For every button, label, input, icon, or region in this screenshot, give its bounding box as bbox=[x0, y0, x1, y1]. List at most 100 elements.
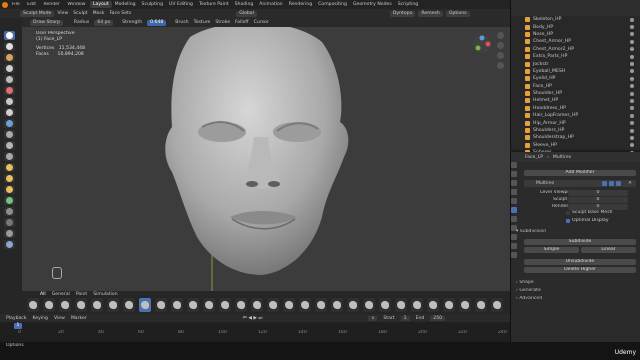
visibility-eye-icon[interactable] bbox=[630, 113, 634, 118]
brush-thumbnail[interactable] bbox=[43, 298, 55, 312]
brush-thumbnail[interactable] bbox=[459, 298, 471, 312]
pinch-tool[interactable] bbox=[4, 163, 15, 172]
brush-thumbnail[interactable] bbox=[235, 298, 247, 312]
flatten-tool[interactable] bbox=[4, 130, 15, 139]
brush-thumbnail[interactable] bbox=[475, 298, 487, 312]
outliner-item[interactable]: Sleeve_HP bbox=[511, 142, 640, 149]
timeline-area[interactable] bbox=[0, 322, 510, 342]
add-modifier-button[interactable]: Add Modifier bbox=[524, 170, 636, 176]
mask-tool[interactable] bbox=[4, 207, 15, 216]
delete-higher-button[interactable]: Delete Higher bbox=[524, 267, 636, 273]
visibility-eye-icon[interactable] bbox=[630, 128, 634, 133]
shelf-tab-all[interactable]: All bbox=[40, 292, 46, 297]
playhead[interactable]: 1 bbox=[14, 323, 22, 329]
outliner-item[interactable]: Helmet_HP bbox=[511, 97, 640, 104]
advanced-section[interactable]: › Advanced bbox=[516, 296, 542, 302]
subdivision-section[interactable]: ▾ Subdivision bbox=[516, 229, 546, 235]
visibility-eye-icon[interactable] bbox=[630, 76, 634, 81]
box-mask-tool[interactable] bbox=[4, 218, 15, 227]
outliner-item[interactable]: Nose_HP bbox=[511, 31, 640, 38]
brush-thumbnail[interactable] bbox=[331, 298, 343, 312]
menu-cursor[interactable]: Cursor bbox=[254, 20, 269, 25]
tab-animation[interactable]: Animation bbox=[256, 1, 285, 8]
outliner-item[interactable]: Jockstr bbox=[511, 60, 640, 67]
menu-face-sets[interactable]: Face Sets bbox=[109, 11, 131, 16]
optimal-display-checkbox[interactable] bbox=[566, 219, 570, 223]
brush-thumbnail[interactable] bbox=[491, 298, 503, 312]
brush-thumbnail[interactable] bbox=[427, 298, 439, 312]
clay-strips-tool[interactable] bbox=[4, 64, 15, 73]
brush-thumbnail[interactable] bbox=[267, 298, 279, 312]
grid-icon[interactable] bbox=[497, 62, 504, 69]
tab-texture-paint[interactable]: Texture Paint bbox=[196, 1, 232, 8]
tab-geometry-nodes[interactable]: Geometry Nodes bbox=[350, 1, 395, 8]
brush-thumbnail[interactable] bbox=[395, 298, 407, 312]
outliner-item[interactable]: Chest_Armor2_HP bbox=[511, 46, 640, 53]
shelf-tab-simulation[interactable]: Simulation bbox=[93, 292, 117, 297]
menu-sculpt[interactable]: Sculpt bbox=[73, 11, 87, 16]
tool-tab-icon[interactable] bbox=[511, 162, 517, 168]
dyntopo-menu[interactable]: Dyntopo bbox=[389, 10, 416, 17]
outliner-item[interactable]: Shoulderstrap_HP bbox=[511, 134, 640, 141]
crease-tool[interactable] bbox=[4, 108, 15, 117]
layer-tool[interactable] bbox=[4, 75, 15, 84]
unsubdivide-button[interactable]: Unsubdivide bbox=[524, 259, 636, 265]
menu-mask[interactable]: Mask bbox=[93, 11, 105, 16]
menu-window[interactable]: Window bbox=[67, 2, 85, 7]
brush-thumbnail[interactable] bbox=[379, 298, 391, 312]
draw-tool[interactable] bbox=[4, 31, 15, 40]
outliner-item[interactable]: Shoulder_HP bbox=[511, 90, 640, 97]
pan-icon[interactable] bbox=[497, 42, 504, 49]
outliner-item[interactable]: Extra_Parts_HP bbox=[511, 53, 640, 60]
tab-rendering[interactable]: Rendering bbox=[286, 1, 315, 8]
menu-edit[interactable]: Edit bbox=[27, 2, 36, 7]
outliner-item[interactable]: Body_HP bbox=[511, 23, 640, 30]
render-tab-icon[interactable] bbox=[511, 171, 517, 177]
subdivide-button[interactable]: Subdivide bbox=[524, 239, 636, 245]
3d-viewport[interactable] bbox=[22, 27, 510, 291]
output-tab-icon[interactable] bbox=[511, 180, 517, 186]
end-frame-field[interactable]: 250 bbox=[430, 315, 446, 321]
edit-mode-toggle-icon[interactable] bbox=[602, 181, 607, 186]
menu-falloff[interactable]: Falloff bbox=[235, 20, 249, 25]
transform-tool[interactable] bbox=[4, 240, 15, 249]
tab-scripting[interactable]: Scripting bbox=[395, 1, 421, 8]
brush-thumbnail[interactable] bbox=[187, 298, 199, 312]
scene-tab-icon[interactable] bbox=[511, 189, 517, 195]
menu-marker[interactable]: Marker bbox=[71, 316, 87, 321]
simple-button[interactable]: Simple bbox=[524, 247, 579, 253]
fill-tool[interactable] bbox=[4, 141, 15, 150]
tab-compositing[interactable]: Compositing bbox=[315, 1, 350, 8]
render-toggle-icon[interactable] bbox=[616, 181, 621, 186]
brush-thumbnail[interactable] bbox=[203, 298, 215, 312]
visibility-eye-icon[interactable] bbox=[630, 17, 634, 22]
visibility-eye-icon[interactable] bbox=[630, 143, 634, 148]
tab-modeling[interactable]: Modeling bbox=[112, 1, 139, 8]
outliner-item[interactable]: Hair_LopFrames_HP bbox=[511, 112, 640, 119]
level-viewport-field[interactable]: 0 bbox=[568, 190, 628, 196]
inflate-tool[interactable] bbox=[4, 86, 15, 95]
brush-thumbnail[interactable] bbox=[299, 298, 311, 312]
visibility-eye-icon[interactable] bbox=[630, 135, 634, 140]
smooth-tool[interactable] bbox=[4, 119, 15, 128]
modifier-name[interactable]: Multires bbox=[536, 180, 554, 187]
brush-thumbnail[interactable] bbox=[315, 298, 327, 312]
brush-thumbnail[interactable] bbox=[59, 298, 71, 312]
blob-tool[interactable] bbox=[4, 97, 15, 106]
tab-shading[interactable]: Shading bbox=[232, 1, 257, 8]
remesh-menu[interactable]: Remesh bbox=[418, 10, 443, 17]
menu-render[interactable]: Render bbox=[44, 2, 60, 7]
visibility-eye-icon[interactable] bbox=[630, 106, 634, 111]
outliner-item[interactable]: Hip_Armor_HP bbox=[511, 119, 640, 126]
generate-section[interactable]: › Generate bbox=[516, 288, 541, 294]
brush-selector[interactable]: Draw Sharp bbox=[30, 19, 63, 26]
sculpt-level-field[interactable]: 0 bbox=[568, 197, 628, 203]
radius-field[interactable]: 64 px bbox=[94, 19, 114, 26]
brush-thumbnail[interactable] bbox=[363, 298, 375, 312]
menu-texture[interactable]: Texture bbox=[194, 20, 211, 25]
scrape-tool[interactable] bbox=[4, 152, 15, 161]
clay-tool[interactable] bbox=[4, 53, 15, 62]
options-menu[interactable]: Options bbox=[445, 10, 470, 17]
shape-section[interactable]: › Shape bbox=[516, 280, 534, 286]
hand-tool-icon[interactable] bbox=[52, 267, 62, 279]
